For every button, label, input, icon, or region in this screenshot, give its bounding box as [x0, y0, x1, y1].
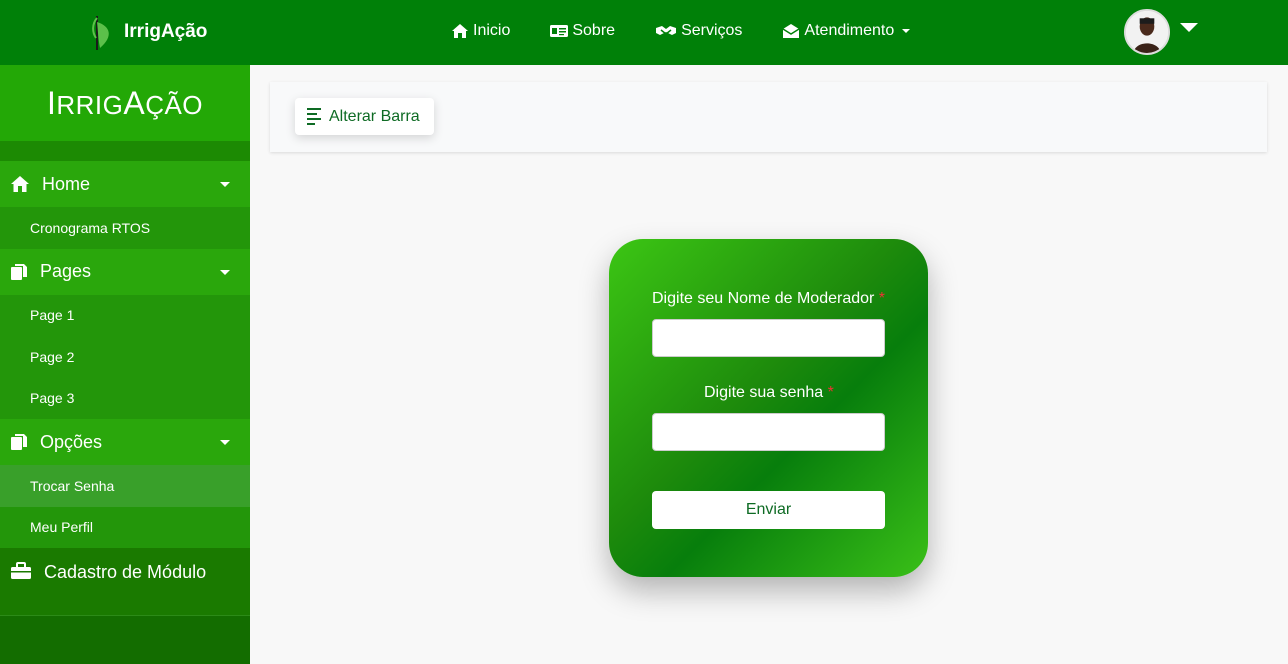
sidebar-item-page-1[interactable]: Page 1: [0, 294, 250, 336]
chevron-down-icon: [902, 29, 911, 33]
sidebar-section-opcoes[interactable]: Opções: [0, 419, 250, 465]
toggle-sidebar-button[interactable]: Alterar Barra: [295, 98, 434, 135]
id-card-icon: [550, 25, 569, 37]
sidebar-item-meu-perfil[interactable]: Meu Perfil: [0, 506, 250, 548]
password-form-card: Digite seu Nome de Moderador * Digite su…: [609, 239, 928, 577]
copy-icon: [11, 263, 27, 280]
sidebar-item-page-2[interactable]: Page 2: [0, 336, 250, 378]
sidebar-item-cadastro-modulo[interactable]: Cadastro de Módulo: [0, 548, 250, 616]
home-icon: [452, 24, 468, 38]
sidebar-item-cronograma[interactable]: Cronograma RTOS: [0, 207, 250, 249]
sidebar: IRRIGAÇÃO Home Cronograma RTOS Pages Pag…: [0, 65, 250, 664]
sidebar-item-page-3[interactable]: Page 3: [0, 377, 250, 419]
sidebar-section-label: Opções: [40, 431, 103, 452]
username-input[interactable]: [652, 319, 885, 357]
top-navbar: IrrigAção Inicio Sobre Serviços Atendime…: [0, 0, 1288, 65]
toolbox-icon: [11, 562, 31, 579]
chevron-down-icon: [220, 182, 230, 187]
copy-icon: [11, 434, 27, 450]
sidebar-title: IRRIGAÇÃO: [0, 65, 250, 141]
required-mark: *: [827, 384, 834, 401]
content-topbar: Alterar Barra: [270, 82, 1267, 152]
nav-links: Inicio Sobre Serviços Atendimento: [451, 22, 950, 40]
brand-name: IrrigAção: [124, 21, 208, 42]
nav-link-servicos[interactable]: Serviços: [655, 22, 742, 40]
sidebar-spacer: [0, 141, 250, 161]
leaf-logo-icon: [92, 16, 109, 50]
envelope-open-icon: [783, 24, 800, 38]
user-photo-icon: [1126, 11, 1168, 53]
sidebar-item-trocar-senha[interactable]: Trocar Senha: [0, 465, 250, 507]
submit-button[interactable]: Enviar: [652, 491, 885, 529]
chevron-down-icon: [220, 269, 230, 275]
sidebar-section-label: Cadastro de Módulo: [44, 562, 207, 582]
nav-link-label: Sobre: [572, 22, 616, 39]
sidebar-section-label: Pages: [40, 261, 92, 281]
sidebar-section-label: Home: [42, 173, 91, 194]
toggle-sidebar-label: Alterar Barra: [329, 107, 420, 125]
nav-link-label: Inicio: [473, 22, 511, 39]
nav-link-sobre[interactable]: Sobre: [550, 22, 615, 40]
username-label: Digite seu Nome de Moderador *: [652, 290, 886, 307]
sidebar-section-home[interactable]: Home: [0, 161, 250, 207]
sidebar-section-pages[interactable]: Pages: [0, 248, 250, 295]
brand[interactable]: IrrigAção: [92, 12, 207, 52]
nav-link-inicio[interactable]: Inicio: [451, 22, 510, 40]
nav-link-label: Serviços: [681, 22, 743, 39]
password-input[interactable]: [652, 413, 885, 451]
home-icon: [11, 176, 29, 192]
nav-link-label: Atendimento: [804, 22, 895, 39]
required-mark: *: [878, 290, 886, 307]
nav-link-atendimento[interactable]: Atendimento: [782, 22, 911, 40]
handshake-icon: [656, 26, 677, 35]
chevron-down-icon: [220, 440, 230, 445]
user-avatar[interactable]: [1124, 9, 1170, 55]
align-left-icon: [307, 108, 321, 125]
password-label: Digite sua senha *: [704, 384, 834, 401]
user-menu-caret-icon[interactable]: [1180, 23, 1198, 32]
